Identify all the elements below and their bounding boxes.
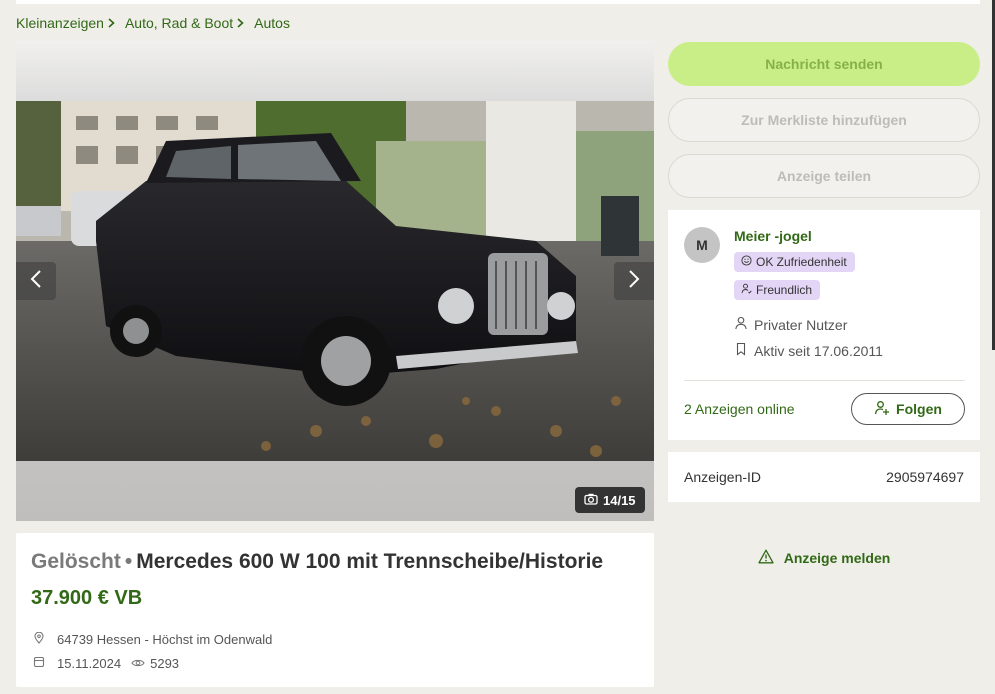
badge-ok-zufriedenheit: OK Zufriedenheit [734,252,855,272]
friendly-icon [741,283,752,297]
share-ad-button[interactable]: Anzeige teilen [668,154,980,198]
title-separator: • [124,550,133,573]
bookmark-icon [734,342,754,359]
ad-date-row: 15.11.2024 5293 [31,653,639,673]
smiley-icon [741,255,752,269]
ad-id-label: Anzeigen-ID [684,469,762,485]
calendar-icon [31,656,57,671]
ad-id-value: 2905974697 [886,469,964,485]
ad-location: 64739 Hessen - Höchst im Odenwald [57,631,273,647]
ad-location-row: 64739 Hessen - Höchst im Odenwald [31,629,639,649]
chevron-right-icon [237,18,244,28]
top-strip [16,0,980,4]
image-counter: 14/15 [575,487,645,513]
ad-views-count: 5293 [150,655,180,671]
breadcrumb: Kleinanzeigen Auto, Rad & Boot Autos [16,15,290,31]
ad-date: 15.11.2024 [57,655,122,671]
breadcrumb-kleinanzeigen[interactable]: Kleinanzeigen [16,15,104,31]
seller-type: Privater Nutzer [734,316,847,333]
location-pin-icon [31,631,57,647]
follow-button[interactable]: Folgen [851,393,965,425]
seller-card: M Meier -jogel OK Zufriedenheit Freundli… [668,210,980,440]
image-gallery[interactable]: 14/15 [16,41,654,521]
send-message-button[interactable]: Nachricht senden [668,42,980,86]
badge-freundlich: Freundlich [734,280,821,300]
seller-ads-online-link[interactable]: 2 Anzeigen online [684,401,795,417]
next-image-button[interactable] [614,262,654,300]
breadcrumb-auto-rad-boot[interactable]: Auto, Rad & Boot [125,15,233,31]
camera-icon [584,493,598,508]
user-icon [734,316,754,333]
seller-active-since: Aktiv seit 17.06.2011 [734,342,883,359]
ad-id-card: Anzeigen-ID 2905974697 [668,452,980,502]
add-to-watchlist-button[interactable]: Zur Merkliste hinzufügen [668,98,980,142]
chevron-left-icon [30,269,42,294]
car-photo[interactable] [16,101,654,461]
divider [684,380,965,381]
ad-title: Gelöscht • Mercedes 600 W 100 mit Trennsch… [31,549,639,575]
gallery-blur-bottom [16,461,654,521]
chevron-right-icon [628,269,640,294]
avatar[interactable]: M [684,227,720,263]
previous-image-button[interactable] [16,262,56,300]
status-deleted: Gelöscht [31,550,121,573]
ad-price: 37.900 € VB [31,587,143,609]
ad-views: 5293 [131,656,179,671]
ad-title-text: Mercedes 600 W 100 mit Trennscheibe/Hist… [136,550,604,573]
warning-icon [758,549,774,567]
follow-user-icon [874,400,890,419]
seller-name[interactable]: Meier -jogel [734,228,812,244]
chevron-right-icon [108,18,115,28]
eye-icon [131,656,150,671]
gallery-blur-top [16,41,654,101]
report-ad-link[interactable]: Anzeige melden [668,548,980,568]
ad-details-card: Gelöscht • Mercedes 600 W 100 mit Trennsch… [16,533,654,687]
breadcrumb-autos[interactable]: Autos [254,15,290,31]
